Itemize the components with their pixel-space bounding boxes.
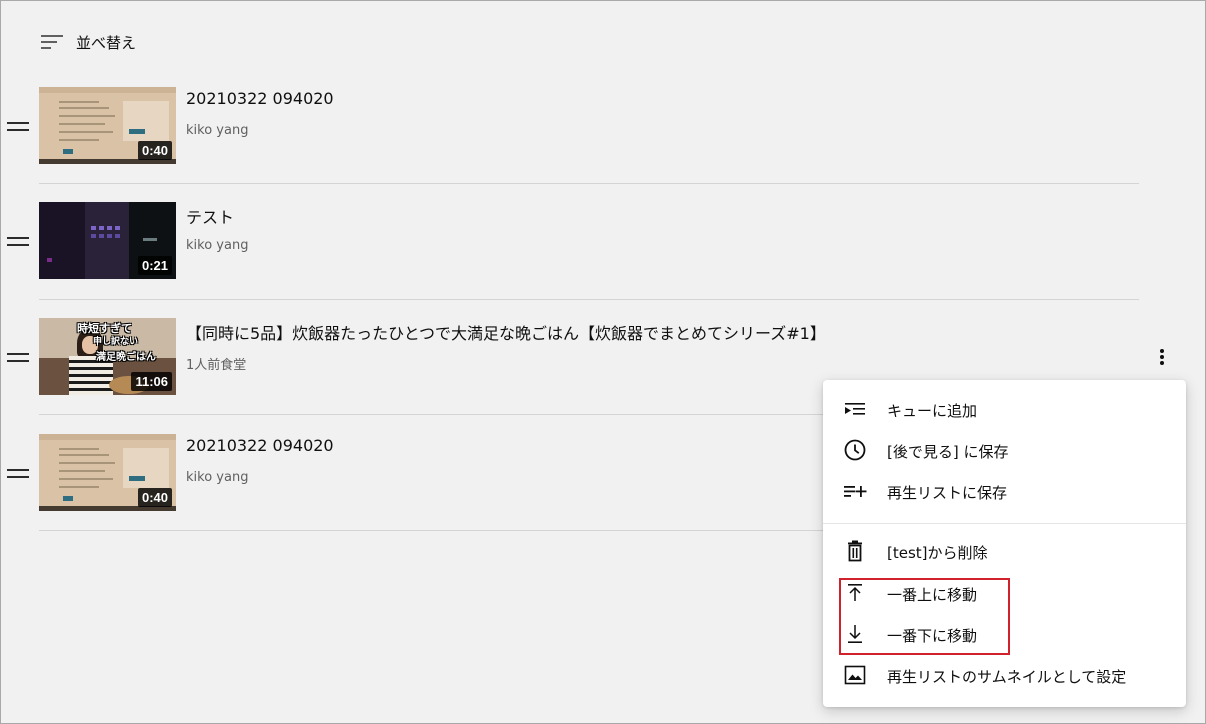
sort-label: 並べ替え — [76, 33, 137, 52]
menu-item-remove[interactable]: [test]から削除 — [823, 531, 1186, 572]
divider — [39, 299, 1139, 300]
video-thumbnail[interactable]: 0:21 — [39, 202, 176, 279]
divider — [39, 414, 824, 415]
playlist-item: 0:21 テスト kiko yang — [1, 186, 1141, 302]
sort-button[interactable]: 並べ替え — [41, 29, 136, 55]
menu-item-save-to-playlist[interactable]: 再生リストに保存 — [823, 471, 1186, 512]
menu-item-set-thumbnail[interactable]: 再生リストのサムネイルとして設定 — [823, 655, 1186, 696]
menu-item-add-to-queue[interactable]: キューに追加 — [823, 389, 1186, 430]
menu-item-label: 再生リストのサムネイルとして設定 — [887, 668, 1127, 686]
drag-handle-icon[interactable] — [7, 353, 29, 363]
video-thumbnail[interactable]: 0:40 — [39, 434, 176, 511]
menu-item-label: [test]から削除 — [887, 544, 988, 562]
drag-handle-icon[interactable] — [7, 469, 29, 479]
menu-divider — [823, 523, 1186, 524]
duration-badge: 0:21 — [137, 256, 172, 275]
video-title[interactable]: 20210322 094020 — [186, 436, 334, 455]
sort-icon — [41, 32, 65, 52]
channel-name[interactable]: 1人前食堂 — [186, 354, 246, 373]
arrow-to-bottom-icon — [843, 622, 867, 646]
arrow-to-top-icon — [843, 581, 867, 605]
duration-badge: 0:40 — [137, 488, 172, 507]
menu-item-watch-later[interactable]: [後で見る] に保存 — [823, 430, 1186, 471]
menu-item-move-to-top[interactable]: 一番上に移動 — [823, 573, 1186, 614]
trash-icon — [843, 539, 867, 563]
thumbnail-text: 申し訳ない — [92, 337, 138, 347]
menu-item-label: キューに追加 — [887, 402, 978, 420]
video-title[interactable]: テスト — [186, 204, 234, 228]
drag-handle-icon[interactable] — [7, 122, 29, 132]
menu-item-label: 一番上に移動 — [887, 586, 978, 604]
image-icon — [843, 663, 867, 687]
playlist-add-icon — [843, 479, 867, 503]
duration-badge: 11:06 — [131, 372, 172, 391]
duration-badge: 0:40 — [137, 141, 172, 160]
menu-item-label: 再生リストに保存 — [887, 484, 1008, 502]
add-to-queue-icon — [843, 397, 867, 421]
playlist-page: 並べ替え 0:40 20210322 094020 kiko yang 0:21… — [0, 0, 1206, 724]
menu-item-label: [後で見る] に保存 — [887, 443, 1009, 461]
menu-item-move-to-bottom[interactable]: 一番下に移動 — [823, 614, 1186, 655]
video-thumbnail[interactable]: 0:40 — [39, 87, 176, 164]
video-title[interactable]: 【同時に5品】炊飯器たったひとつで大満足な晩ごはん【炊飯器でまとめてシリーズ#1… — [186, 320, 826, 344]
menu-item-label: 一番下に移動 — [887, 627, 978, 645]
channel-name[interactable]: kiko yang — [186, 238, 248, 253]
more-options-icon[interactable] — [1151, 345, 1173, 369]
channel-name[interactable]: kiko yang — [186, 123, 248, 138]
thumbnail-text: 満足晩ごはん — [96, 352, 156, 363]
context-menu: キューに追加 [後で見る] に保存 再生リストに保存 [test]から削除 一番… — [823, 380, 1186, 707]
channel-name[interactable]: kiko yang — [186, 470, 248, 485]
clock-icon — [843, 438, 867, 462]
drag-handle-icon[interactable] — [7, 237, 29, 247]
video-thumbnail[interactable]: 時短すぎて 申し訳ない 満足晩ごはん 11:06 — [39, 318, 176, 395]
divider — [39, 183, 1139, 184]
divider — [39, 530, 824, 531]
playlist-item: 0:40 20210322 094020 kiko yang — [1, 71, 1141, 187]
video-title[interactable]: 20210322 094020 — [186, 89, 334, 108]
